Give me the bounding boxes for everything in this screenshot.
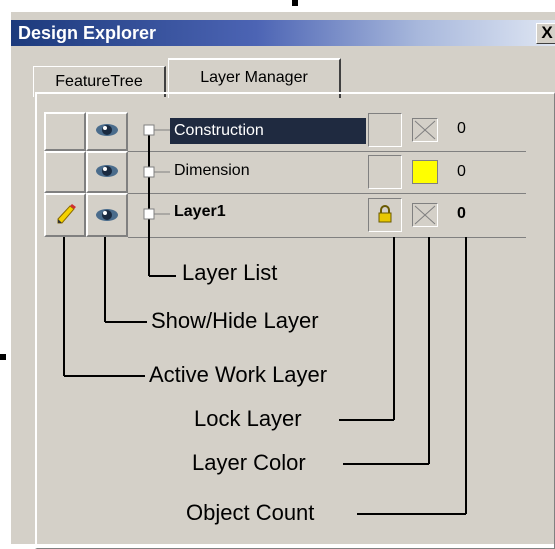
lock-cell-layer1[interactable] — [368, 198, 402, 232]
callout-show-hide-layer: Show/Hide Layer — [151, 308, 319, 333]
layer-label: Construction — [174, 122, 264, 139]
callout-object-count: Object Count — [186, 500, 315, 525]
callout-lock-layer: Lock Layer — [194, 406, 302, 431]
callout-layer-list: Layer List — [182, 260, 278, 285]
layer-name-layer1[interactable]: Layer1 — [174, 203, 226, 221]
layer-label: Dimension — [174, 162, 250, 179]
layer-name-dimension[interactable]: Dimension — [174, 162, 250, 180]
color-cell-construction[interactable] — [412, 118, 438, 142]
no-color-icon — [414, 205, 436, 225]
object-count-dimension: 0 — [457, 163, 466, 180]
padlock-icon — [378, 205, 392, 223]
callout-active-work-layer: Active Work Layer — [149, 362, 328, 387]
object-count-construction: 0 — [457, 120, 466, 137]
callout-layer-color: Layer Color — [192, 450, 306, 475]
no-color-icon — [414, 120, 436, 140]
lock-cell-construction[interactable] — [368, 113, 402, 147]
color-cell-dimension[interactable] — [412, 160, 438, 184]
layer-label: Layer1 — [174, 203, 226, 220]
lock-cell-dimension[interactable] — [368, 155, 402, 189]
color-cell-layer1[interactable] — [412, 203, 438, 227]
layer-name-construction[interactable]: Construction — [170, 118, 366, 144]
object-count-layer1: 0 — [457, 205, 466, 222]
